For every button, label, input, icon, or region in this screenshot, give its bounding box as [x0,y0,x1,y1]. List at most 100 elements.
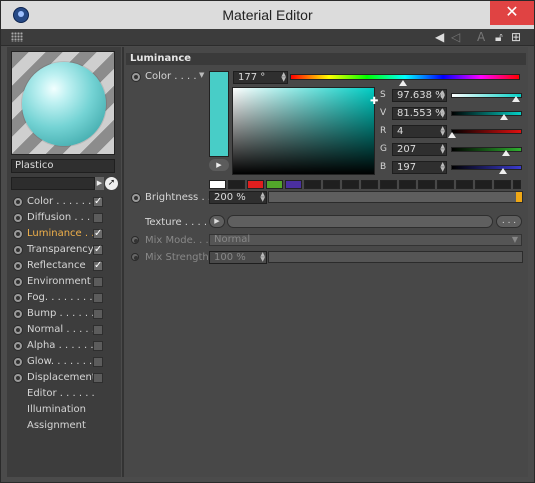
channel-item-transparency[interactable]: Transparency ✓ [11,242,115,258]
radio-icon[interactable] [13,197,23,207]
hue-slider-handle[interactable] [399,80,407,86]
expand-arrow-icon[interactable]: ▶ [209,159,229,171]
texture-more-button[interactable]: . . . [496,215,522,228]
palette-swatch[interactable] [456,180,473,189]
channel-item-displacement[interactable]: Displacement [11,370,115,386]
new-window-icon[interactable]: ⊞ [511,30,521,44]
palette-swatch[interactable] [380,180,397,189]
radio-icon[interactable] [13,229,23,239]
dropdown-triangle-icon[interactable]: ▼ [199,69,204,81]
spinner-icon[interactable]: ▲ ▼ [440,126,445,137]
color-swatch[interactable] [209,71,229,157]
search-input[interactable] [11,177,95,190]
item-assignment[interactable]: Assignment [11,418,115,434]
channel-item-color[interactable]: Color . . . . . . ✓ [11,194,115,210]
spinner-icon[interactable]: ▲ ▼ [440,162,445,173]
material-preview[interactable] [11,51,115,155]
s-field[interactable]: 97.638 % ▲ ▼ [392,89,447,102]
g-field[interactable]: 207 ▲ ▼ [392,143,447,156]
palette-swatch[interactable] [323,180,340,189]
texture-slot[interactable] [227,215,493,228]
channel-checkbox[interactable] [93,277,103,287]
channel-item-glow[interactable]: Glow. . . . . . . [11,354,115,370]
spinner-icon[interactable]: ▲ ▼ [260,192,265,203]
radio-icon[interactable] [13,293,23,303]
channel-checkbox[interactable] [93,293,103,303]
back-arrow-icon[interactable]: ◀ [435,30,444,44]
palette-swatch[interactable] [418,180,435,189]
brightness-field[interactable]: 200 % ▲ ▼ [209,191,267,204]
b-slider-handle[interactable] [499,168,507,174]
channel-item-fog[interactable]: Fog. . . . . . . . [11,290,115,306]
palette-swatch[interactable] [475,180,492,189]
b-slider[interactable] [451,165,522,170]
channel-checkbox[interactable] [93,357,103,367]
spinner-icon[interactable]: ▲ ▼ [440,90,445,101]
spinner-icon[interactable]: ▲ ▼ [260,252,265,263]
channel-checkbox[interactable] [93,309,103,319]
item-illumination[interactable]: Illumination [11,402,115,418]
mix-strength-field[interactable]: 100 % ▲ ▼ [209,251,267,264]
radio-icon[interactable] [13,325,23,335]
r-slider[interactable] [451,129,522,134]
brightness-radio-icon[interactable] [131,193,141,203]
mix-strength-radio-icon[interactable] [131,253,139,261]
channel-checkbox[interactable] [93,213,103,223]
radio-icon[interactable] [13,357,23,367]
channel-checkbox[interactable]: ✓ [93,245,103,255]
g-slider[interactable] [451,147,522,152]
palette-swatch[interactable] [513,180,521,189]
palette-swatch[interactable] [342,180,359,189]
radio-icon[interactable] [13,309,23,319]
palette-swatch[interactable] [437,180,454,189]
r-slider-handle[interactable] [448,132,456,138]
item-editor[interactable]: Editor . . . . . . [11,386,115,402]
radio-icon[interactable] [13,373,23,383]
channel-item-diffusion[interactable]: Diffusion . . . [11,210,115,226]
channel-item-environment[interactable]: Environment [11,274,115,290]
channel-checkbox[interactable] [93,373,103,383]
channel-item-reflectance[interactable]: Reflectance ✓ [11,258,115,274]
v-slider-handle[interactable] [500,114,508,120]
s-slider-handle[interactable] [512,96,520,102]
radio-icon[interactable] [13,245,23,255]
brightness-slider[interactable] [268,191,523,203]
spinner-icon[interactable]: ▲ ▼ [281,72,286,83]
channel-item-bump[interactable]: Bump . . . . . . [11,306,115,322]
texture-arrow-icon[interactable]: ▶ [209,215,225,228]
channel-item-alpha[interactable]: Alpha . . . . . . [11,338,115,354]
channel-item-luminance[interactable]: Luminance . . ✓ [11,226,115,242]
channel-checkbox[interactable] [93,325,103,335]
r-field[interactable]: 4 ▲ ▼ [392,125,447,138]
spinner-icon[interactable]: ▲ ▼ [440,108,445,119]
palette-swatch[interactable] [399,180,416,189]
color-radio-icon[interactable] [131,72,141,82]
palette-swatch[interactable] [228,180,245,189]
forward-arrow-icon[interactable]: ◁ [451,30,460,44]
b-field[interactable]: 197 ▲ ▼ [392,161,447,174]
palette-swatch[interactable] [494,180,511,189]
hue-field[interactable]: 177 ° ▲ ▼ [233,71,288,84]
palette-swatch-green[interactable] [266,180,283,189]
v-field[interactable]: 81.553 % ▲ ▼ [392,107,447,120]
radio-icon[interactable] [13,261,23,271]
radio-icon[interactable] [13,341,23,351]
palette-swatch-red[interactable] [247,180,264,189]
text-icon[interactable]: A [477,30,485,44]
channel-checkbox[interactable]: ✓ [93,261,103,271]
mix-strength-slider[interactable] [268,251,523,263]
palette-swatch-white[interactable] [209,180,226,189]
channel-checkbox[interactable] [93,341,103,351]
channel-item-normal[interactable]: Normal . . . . . [11,322,115,338]
cursor-icon[interactable]: ➚ [105,177,118,190]
material-name[interactable]: Plastico [11,159,115,173]
palette-swatch[interactable] [361,180,378,189]
channel-checkbox[interactable]: ✓ [93,229,103,239]
palette-swatch[interactable] [304,180,321,189]
v-slider[interactable] [451,111,522,116]
palette-swatch-blue[interactable] [285,180,302,189]
spinner-icon[interactable]: ▲ ▼ [440,144,445,155]
chevron-right-icon[interactable]: ▶ [95,177,104,190]
radio-icon[interactable] [13,277,23,287]
lock-icon[interactable]: 🔓︎ [495,30,503,44]
